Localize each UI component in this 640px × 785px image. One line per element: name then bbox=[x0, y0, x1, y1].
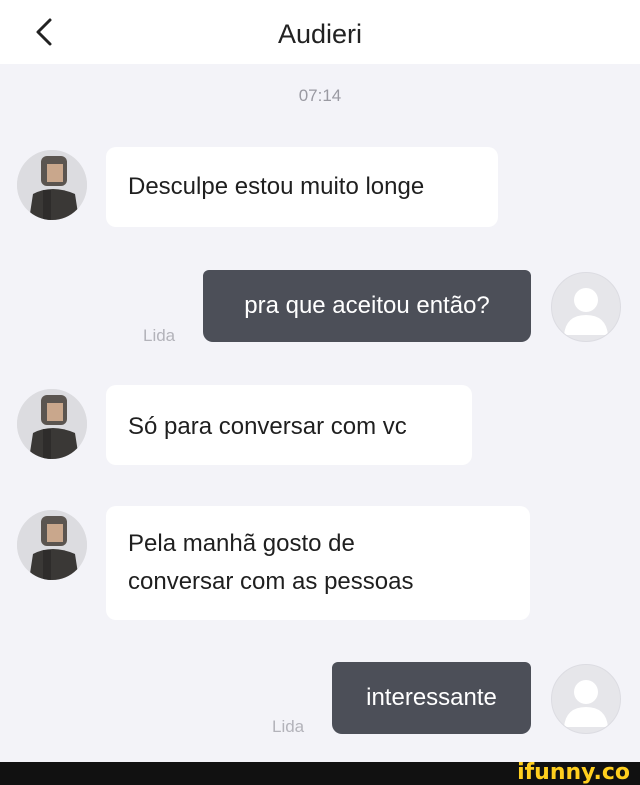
contact-avatar[interactable] bbox=[17, 150, 87, 220]
default-user-icon bbox=[564, 680, 608, 727]
contact-avatar[interactable] bbox=[17, 510, 87, 580]
watermark-logo: ifunny.co bbox=[517, 760, 630, 785]
contact-avatar-icon bbox=[17, 510, 87, 580]
self-avatar[interactable] bbox=[551, 272, 621, 342]
message-bubble-outgoing[interactable]: pra que aceitou então? bbox=[203, 270, 531, 342]
contact-avatar-icon bbox=[17, 150, 87, 220]
message-bubble-outgoing[interactable]: interessante bbox=[332, 662, 531, 734]
chat-header: Audieri bbox=[0, 0, 640, 64]
message-line: Pela manhã gosto de bbox=[128, 530, 355, 557]
default-user-icon bbox=[564, 288, 608, 335]
page-title: Audieri bbox=[277, 19, 363, 49]
message-bubble-incoming[interactable]: Só para conversar com vc bbox=[106, 385, 472, 465]
self-avatar[interactable] bbox=[551, 664, 621, 734]
contact-avatar[interactable] bbox=[17, 389, 87, 459]
read-status: Lida bbox=[272, 717, 305, 736]
message-timestamp: 07:14 bbox=[298, 86, 342, 105]
message-bubble-incoming[interactable]: Desculpe estou muito longe bbox=[106, 147, 498, 227]
contact-avatar-icon bbox=[17, 389, 87, 459]
message-bubble-incoming[interactable]: Pela manhã gosto de conversar com as pes… bbox=[106, 506, 530, 620]
read-status: Lida bbox=[143, 326, 176, 345]
message-line: conversar com as pessoas bbox=[128, 568, 414, 595]
